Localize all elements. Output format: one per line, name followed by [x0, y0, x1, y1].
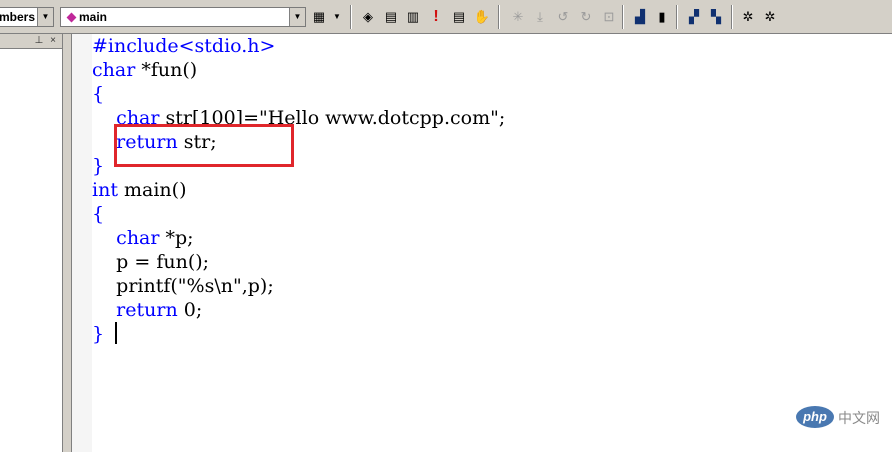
toolbar-separator — [350, 5, 352, 29]
go-debug-icon[interactable]: ▤ — [451, 8, 467, 25]
code-text: 0; — [177, 299, 203, 321]
code-keyword: #include<stdio.h> — [92, 35, 276, 57]
step-out-icon[interactable]: ↺ — [555, 8, 571, 25]
code-editor[interactable]: #include<stdio.h> char *fun(){ char str[1… — [92, 34, 892, 452]
compile-icon[interactable]: ◈ — [360, 8, 376, 25]
code-keyword: int — [92, 179, 118, 201]
callers-graph-icon[interactable]: ✲ — [762, 8, 778, 25]
workspace-pane-header: ⊥ × — [0, 34, 62, 49]
execute-icon[interactable]: ! — [428, 8, 444, 25]
code-text: printf("%s\n",p); — [92, 275, 274, 297]
function-combo-value: main — [79, 10, 108, 24]
code-keyword: return — [116, 299, 178, 321]
pane-float-icon[interactable]: ⊥ — [34, 35, 44, 46]
code-keyword: char — [116, 227, 160, 249]
code-keyword: char — [92, 59, 136, 81]
call-graph-icon[interactable]: ✲ — [740, 8, 756, 25]
toolbar-separator — [731, 5, 733, 29]
quick-watch-icon[interactable]: ⊡ — [601, 8, 617, 25]
class-view-icon[interactable]: ▟ — [632, 8, 648, 25]
code-keyword: { — [92, 203, 105, 225]
breakpoint-hand-icon[interactable]: ✋ — [474, 8, 490, 25]
code-line[interactable]: p = fun(); — [92, 250, 209, 274]
watermark-text: 中文网 — [838, 410, 880, 426]
members-combo-value: mbers — [0, 10, 36, 24]
graph-expand-icon[interactable]: ▚ — [708, 8, 724, 25]
code-line[interactable]: { — [92, 82, 104, 106]
wizard-bar-dropdown-icon[interactable]: ▼ — [329, 8, 345, 25]
code-keyword: } — [92, 323, 105, 345]
pane-splitter[interactable] — [62, 34, 72, 452]
code-text: main() — [117, 179, 187, 201]
code-keyword: { — [92, 83, 105, 105]
toolbar: mbers ▼ main ▼ ▦ ▼ ◈ ▤ ▥ ! ▤ ✋ ✳ ⤓ ↺ ↻ ⊡… — [0, 0, 892, 34]
toolbar-separator — [676, 5, 678, 29]
step-over-icon[interactable]: ⤓ — [532, 8, 548, 25]
site-watermark: php 中文网 — [796, 402, 884, 432]
function-icon — [66, 12, 77, 23]
members-combo-dropdown-icon[interactable]: ▼ — [37, 8, 53, 26]
pane-close-icon[interactable]: × — [48, 35, 58, 46]
stop-build-icon[interactable]: ▥ — [405, 8, 421, 25]
code-line[interactable]: int main() — [92, 178, 186, 202]
code-keyword: } — [92, 155, 105, 177]
code-line[interactable]: char *fun() — [92, 58, 197, 82]
code-line[interactable]: printf("%s\n",p); — [92, 274, 274, 298]
function-combo[interactable]: main ▼ — [60, 7, 306, 27]
build-icon[interactable]: ▤ — [383, 8, 399, 25]
code-line[interactable]: return 0; — [92, 298, 202, 322]
code-text: *fun() — [135, 59, 198, 81]
text-caret — [115, 322, 117, 344]
members-combo[interactable]: mbers ▼ — [0, 7, 54, 27]
members-list-icon[interactable]: ▮ — [654, 8, 670, 25]
code-line[interactable]: { — [92, 202, 104, 226]
code-text: p = fun(); — [92, 251, 210, 273]
toolbar-separator — [498, 5, 500, 29]
code-line[interactable]: char *p; — [92, 226, 194, 250]
editor-gutter — [72, 34, 92, 452]
function-combo-dropdown-icon[interactable]: ▼ — [289, 8, 305, 26]
toolbar-separator — [622, 5, 624, 29]
run-to-cursor-icon[interactable]: ↻ — [578, 8, 594, 25]
annotation-highlight-box — [114, 124, 294, 167]
code-line[interactable]: } — [92, 154, 104, 178]
graph-icon[interactable]: ▞ — [686, 8, 702, 25]
workspace-pane: ⊥ × — [0, 34, 62, 452]
watermark-logo: php — [796, 406, 834, 428]
code-line[interactable]: #include<stdio.h> — [92, 34, 275, 58]
code-line[interactable]: } — [92, 322, 104, 346]
wizard-bar-action-icon[interactable]: ▦ — [311, 8, 327, 25]
code-text: *p; — [159, 227, 194, 249]
step-into-icon[interactable]: ✳ — [510, 8, 526, 25]
